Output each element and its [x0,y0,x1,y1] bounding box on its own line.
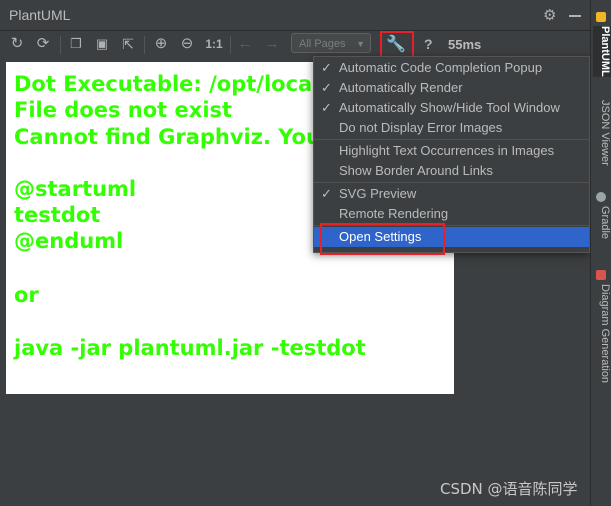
preview-line: @startuml [14,177,137,201]
menu-item-auto-show-hide[interactable]: ✓ Automatically Show/Hide Tool Window [314,98,589,118]
help-button[interactable]: ? [424,36,433,52]
preview-line: testdot [14,203,101,227]
check-icon: ✓ [321,186,332,201]
zoom-out-icon[interactable]: ⊖ [178,34,196,54]
tool-window-header: PlantUML ⚙ [0,0,590,31]
check-icon: ✓ [321,80,332,95]
preview-line: File does not exist [14,98,233,122]
check-icon: ✓ [321,100,332,115]
right-tool-strip: PlantUML JSON Viewer Gradle Diagram Gene… [590,0,611,506]
menu-item-label: Automatic Code Completion Popup [339,60,543,75]
preview-line: @enduml [14,229,124,253]
chevron-down-icon: ▼ [356,39,365,49]
tab-diagram-generation[interactable]: Diagram Generation [593,284,611,383]
toolbar-divider [230,36,231,54]
toolbar-divider [144,36,145,54]
preview-line: Dot Executable: /opt/loca [14,72,313,96]
menu-item-auto-render[interactable]: ✓ Automatically Render [314,78,589,98]
tab-gradle[interactable]: Gradle [593,206,611,239]
refresh-icon[interactable]: ↻ [8,34,26,54]
preview-line: or [14,283,39,307]
menu-item-label: Remote Rendering [339,206,449,221]
watermark: CSDN @语音陈同学 [440,480,578,498]
preview-line: java -jar plantuml.jar -testdot [14,336,366,360]
diagram-icon [596,270,606,280]
actual-size-button[interactable]: 1:1 [204,34,224,54]
plantuml-icon [596,12,606,22]
minimize-icon[interactable] [569,15,581,17]
gradle-icon [596,192,606,202]
tab-json-viewer[interactable]: JSON Viewer [593,100,611,166]
menu-item-remote-rendering[interactable]: Remote Rendering [314,204,589,224]
menu-item-highlight-text[interactable]: Highlight Text Occurrences in Images [314,141,589,161]
menu-item-label: Highlight Text Occurrences in Images [339,143,555,158]
menu-separator [314,182,589,183]
menu-item-show-border[interactable]: Show Border Around Links [314,161,589,181]
pages-select-value: All Pages [299,38,346,50]
copy-icon[interactable]: ❐ [67,34,85,54]
forward-arrow-icon[interactable]: → [263,34,281,54]
check-icon: ✓ [321,60,332,75]
menu-item-label: Do not Display Error Images [339,120,503,135]
save-icon[interactable]: ▣ [93,34,111,54]
open-settings-highlight-box [320,223,445,255]
menu-separator [314,139,589,140]
preview-line: Cannot find Graphviz. You [14,125,321,149]
reload-icon[interactable]: ⟳ [34,34,52,54]
tab-plantuml[interactable]: PlantUML [593,26,611,77]
zoom-in-icon[interactable]: ⊕ [152,34,170,54]
back-arrow-icon[interactable]: ← [236,34,254,54]
menu-item-svg-preview[interactable]: ✓ SVG Preview [314,184,589,204]
menu-item-label: SVG Preview [339,186,417,201]
pages-select[interactable]: All Pages ▼ [291,33,371,53]
wrench-icon[interactable]: 🔧 [386,34,406,54]
tool-window-title: PlantUML [9,7,71,23]
menu-item-label: Automatically Show/Hide Tool Window [339,100,560,115]
open-external-icon[interactable]: ⇱ [119,34,137,54]
gear-icon[interactable]: ⚙ [543,6,556,24]
render-time-label: 55ms [448,37,482,52]
menu-item-label: Automatically Render [339,80,463,95]
menu-item-auto-completion[interactable]: ✓ Automatic Code Completion Popup [314,58,589,78]
toolbar-divider [60,36,61,54]
menu-item-no-error-images[interactable]: Do not Display Error Images [314,118,589,138]
menu-item-label: Show Border Around Links [339,163,493,178]
